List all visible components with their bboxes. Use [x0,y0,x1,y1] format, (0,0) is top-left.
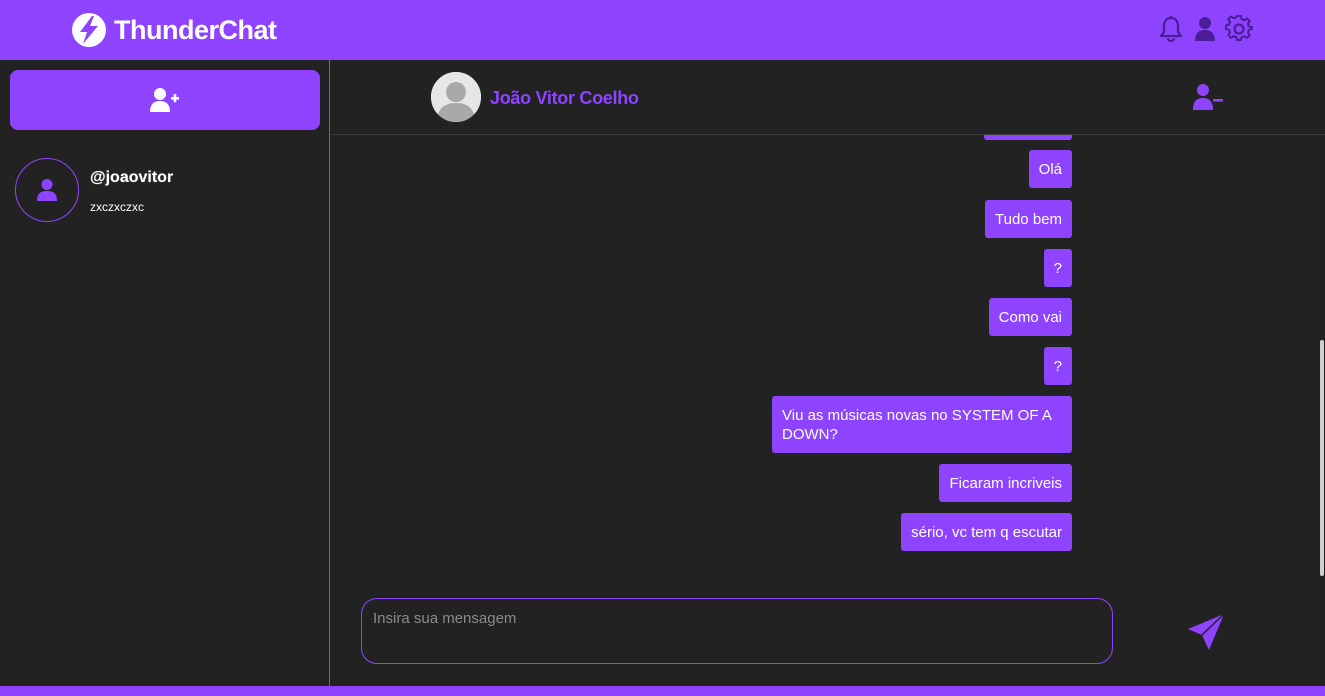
top-icons [1157,14,1259,44]
message-bubble: Viu as músicas novas no SYSTEM OF A DOWN… [772,396,1072,453]
chat-contact-avatar[interactable] [431,72,481,122]
lightning-bolt-icon [72,13,106,47]
message-composer [361,598,1113,664]
add-contact-button[interactable] [10,70,320,130]
footer-bar [0,686,1325,696]
top-navbar: ThunderChat [0,0,1325,60]
paper-plane-icon [1188,613,1225,650]
user-icon [37,179,57,201]
default-avatar-icon [431,72,481,122]
message-list[interactable]: Olá Tudo bem ? Como vai ? Viu as músicas… [331,135,1325,575]
remove-contact-button[interactable] [1191,82,1225,112]
contact-item[interactable]: @joaovitor zxczxczxc [15,158,315,224]
message-bubble: sério, vc tem q escutar [901,513,1072,551]
settings-button[interactable] [1225,14,1253,44]
chat-header: João Vitor Coelho [331,60,1325,135]
chat-contact-name[interactable]: João Vitor Coelho [490,88,639,109]
contact-username: @joaovitor [90,169,174,186]
message-bubble [984,135,1072,140]
contact-info: @joaovitor zxczxczxc [90,158,173,224]
user-minus-icon [1193,84,1223,110]
bell-icon [1159,16,1183,43]
chat-panel: João Vitor Coelho Olá Tudo bem ? Como va… [331,60,1325,686]
gear-icon [1225,15,1253,42]
brand[interactable]: ThunderChat [71,12,277,48]
contact-avatar [15,158,79,222]
scrollbar-thumb[interactable] [1320,340,1324,576]
message-bubble: ? [1043,347,1072,385]
message-bubble: Olá [1028,150,1072,188]
brand-name: ThunderChat [114,14,277,45]
notifications-button[interactable] [1157,14,1185,44]
contacts-sidebar: @joaovitor zxczxczxc [0,60,330,686]
message-bubble: Como vai [988,298,1072,336]
message-bubble: Ficaram incriveis [939,464,1072,502]
send-button[interactable] [1184,610,1228,654]
message-input[interactable] [362,599,1112,663]
contact-last-message: zxczxczxc [90,200,144,214]
profile-button[interactable] [1191,14,1219,44]
user-icon [1195,17,1215,41]
user-plus-icon [150,88,179,112]
message-bubble: ? [1043,249,1072,287]
message-bubble: Tudo bem [985,200,1072,238]
message-scrollbar[interactable] [1319,135,1325,576]
